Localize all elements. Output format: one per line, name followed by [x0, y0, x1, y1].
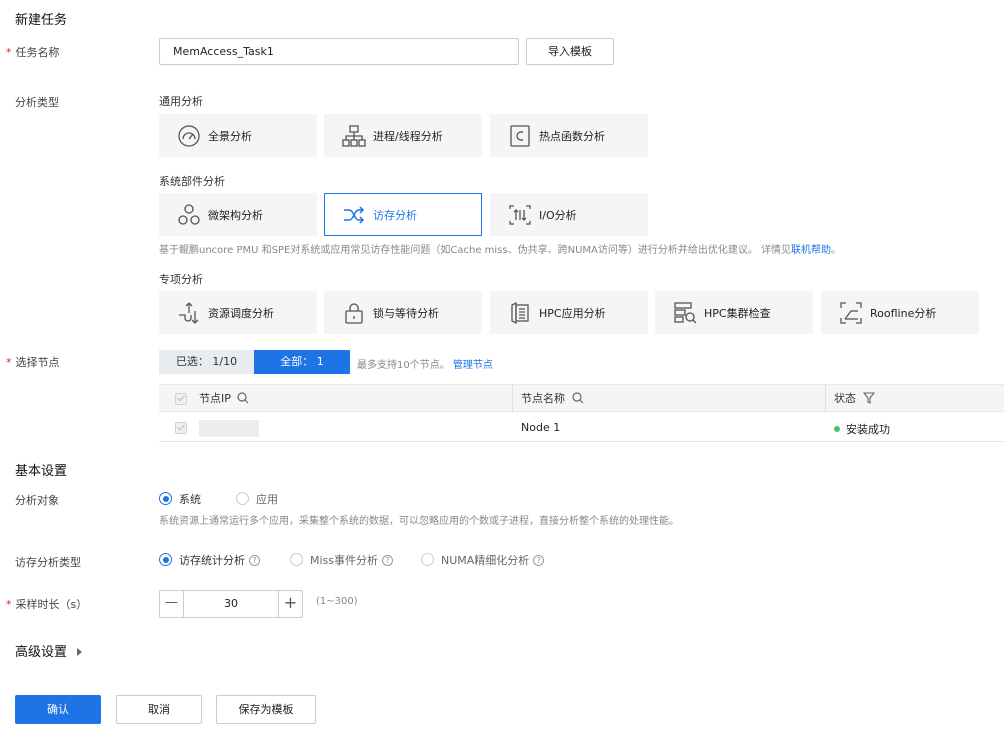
card-io-analysis[interactable]: I/O分析: [490, 193, 648, 236]
duration-stepper[interactable]: — 30 +: [159, 590, 303, 618]
analysis-target-description: 系统资源上通常运行多个应用，采集整个系统的数据，可以忽略应用的个数或子进程，直接…: [159, 516, 679, 527]
task-name-input[interactable]: MemAccess_Task1: [159, 38, 519, 65]
save-template-button[interactable]: 保存为模板: [216, 695, 316, 724]
molecule-icon: [176, 202, 202, 228]
search-icon[interactable]: [237, 392, 249, 404]
import-template-button[interactable]: 导入模板: [526, 38, 614, 65]
card-panorama-analysis[interactable]: 全景分析: [159, 114, 317, 157]
radio-application-label[interactable]: 应用: [256, 491, 278, 507]
status-badge: 安装成功: [834, 421, 890, 437]
help-icon[interactable]: ?: [382, 555, 394, 566]
group-title-special: 专项分析: [159, 273, 203, 286]
radio-numa-fine[interactable]: [421, 553, 434, 566]
caret-right-icon: [77, 648, 83, 656]
radio-mem-statistics[interactable]: [159, 553, 172, 566]
plus-button[interactable]: +: [278, 591, 302, 617]
minus-button[interactable]: —: [160, 591, 184, 617]
card-microarch-analysis[interactable]: 微架构分析: [159, 193, 317, 236]
advanced-settings-toggle[interactable]: 高级设置: [15, 641, 83, 660]
function-c-icon: [507, 123, 533, 149]
duration-range-hint: (1~300): [316, 596, 358, 607]
column-node-ip: 节点IP: [199, 385, 249, 413]
card-memory-access-analysis[interactable]: 访存分析: [324, 193, 482, 236]
page-title: 新建任务: [15, 13, 68, 28]
lock-icon: [341, 300, 367, 326]
selected-nodes-tab[interactable]: 已选： 1/10: [159, 350, 254, 374]
radio-miss-event[interactable]: [290, 553, 303, 566]
card-hot-function-analysis[interactable]: 热点函数分析: [490, 114, 648, 157]
cluster-check-icon: [672, 300, 698, 326]
status-dot: [834, 426, 840, 432]
card-roofline-analysis[interactable]: Roofline分析: [821, 291, 979, 334]
basic-settings-title: 基本设置: [15, 464, 68, 479]
manage-nodes-link[interactable]: 管理节点: [453, 360, 493, 371]
analysis-target-label: 分析对象: [15, 494, 59, 507]
cancel-button[interactable]: 取消: [116, 695, 202, 724]
schedule-icon: [176, 300, 202, 326]
roofline-icon: [838, 300, 864, 326]
radio-system-label[interactable]: 系统: [179, 491, 201, 507]
card-hpc-cluster-check[interactable]: HPC集群检查: [655, 291, 813, 334]
row-checkbox[interactable]: [175, 422, 187, 434]
radio-system[interactable]: [159, 492, 172, 505]
mem-analysis-type-label: 访存分析类型: [15, 556, 81, 569]
radio-mem-statistics-label[interactable]: 访存统计分析?: [179, 552, 260, 568]
online-help-link[interactable]: 联机帮助: [791, 245, 831, 256]
node-ip-redacted: [199, 420, 259, 437]
sample-duration-label: * 采样时长（s）: [6, 598, 88, 611]
node-name-cell: Node 1: [521, 421, 561, 434]
radio-application[interactable]: [236, 492, 249, 505]
help-icon[interactable]: ?: [249, 555, 260, 566]
node-table-header: 节点IP 节点名称 状态: [159, 384, 1004, 413]
io-icon: [507, 202, 533, 228]
node-limit-hint: 最多支持10个节点。 管理节点: [357, 360, 493, 371]
group-title-general: 通用分析: [159, 95, 203, 108]
search-icon[interactable]: [571, 392, 584, 404]
select-node-label: * 选择节点: [6, 356, 60, 369]
card-hpc-app-analysis[interactable]: HPC应用分析: [490, 291, 648, 334]
confirm-button[interactable]: 确认: [15, 695, 101, 724]
hpc-app-icon: [507, 300, 533, 326]
group-title-system: 系统部件分析: [159, 175, 225, 188]
help-icon[interactable]: ?: [533, 555, 545, 566]
table-row[interactable]: Node 1 安装成功: [159, 412, 1004, 442]
card-lock-wait-analysis[interactable]: 锁与等待分析: [324, 291, 482, 334]
all-nodes-tab[interactable]: 全部： 1: [254, 350, 350, 374]
analysis-type-label: 分析类型: [15, 96, 59, 109]
radio-numa-fine-label[interactable]: NUMA精细化分析?: [441, 552, 545, 568]
card-process-thread-analysis[interactable]: 进程/线程分析: [324, 114, 482, 157]
hierarchy-icon: [341, 123, 367, 149]
radio-miss-event-label[interactable]: Miss事件分析?: [310, 552, 394, 568]
memory-analysis-description: 基于鲲鹏uncore PMU 和SPE对系统或应用常见访存性能问题（如Cache…: [159, 245, 842, 256]
card-resource-scheduling-analysis[interactable]: 资源调度分析: [159, 291, 317, 334]
select-all-checkbox[interactable]: [175, 393, 187, 405]
task-name-label: * 任务名称: [6, 46, 60, 59]
duration-input[interactable]: 30: [184, 591, 278, 617]
shuffle-icon: [341, 202, 367, 228]
column-status: 状态: [834, 385, 875, 413]
gauge-icon: [176, 123, 202, 149]
filter-icon[interactable]: [862, 392, 875, 404]
column-node-name: 节点名称: [521, 385, 584, 413]
